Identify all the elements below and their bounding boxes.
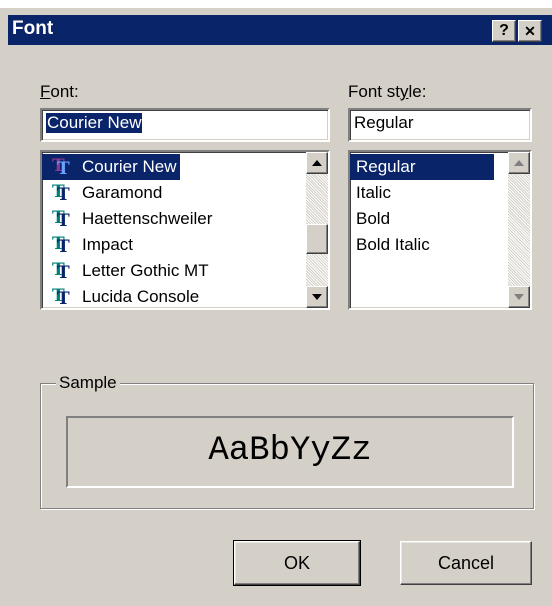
- font-style-list-item[interactable]: Bold: [350, 206, 396, 232]
- font-name-value: Courier New: [46, 113, 143, 133]
- truetype-icon: TT: [52, 208, 70, 231]
- font-style-list-item[interactable]: Bold Italic: [350, 232, 436, 258]
- font-list-item-label: Impact: [82, 235, 134, 254]
- font-style-list-item[interactable]: Italic: [350, 180, 397, 206]
- arrow-down-icon: [312, 294, 322, 300]
- font-list-item[interactable]: T T Courier New: [42, 154, 181, 180]
- truetype-icon: TT: [52, 182, 70, 205]
- sample-label: Sample: [56, 373, 120, 393]
- font-name-input[interactable]: Courier New: [40, 108, 330, 142]
- arrow-up-icon: [312, 160, 322, 166]
- font-list[interactable]: T T Lucida Console T T Letter Gothic MT T T Impa…: [40, 150, 330, 310]
- title-bar[interactable]: Font ? ✕: [8, 15, 552, 45]
- truetype-icon: TT: [52, 156, 70, 179]
- sample-text: AaBbYyZz: [208, 432, 372, 470]
- font-list-item-label: Haettenschweiler: [82, 209, 213, 228]
- font-list-item[interactable]: T T Impact: [42, 232, 137, 258]
- font-list-item-label: Garamond: [82, 183, 163, 202]
- cancel-button[interactable]: Cancel: [400, 541, 532, 585]
- font-list-item-label: Lucida Console: [82, 287, 200, 306]
- ok-button[interactable]: OK: [233, 540, 361, 586]
- scroll-down-button-disabled: [508, 286, 530, 308]
- font-style-value: Regular: [354, 113, 414, 132]
- font-style-list-item[interactable]: Regular: [350, 154, 494, 180]
- font-style-label: Font style:: [348, 82, 427, 101]
- truetype-icon: TT: [52, 286, 70, 309]
- sample-preview: AaBbYyZz: [66, 416, 514, 488]
- font-style-list-item-label: Regular: [356, 157, 416, 176]
- help-button[interactable]: ?: [492, 20, 516, 42]
- font-label: Font:: [40, 82, 79, 101]
- scroll-up-button[interactable]: [306, 152, 328, 174]
- arrow-down-icon: [514, 294, 524, 300]
- font-style-list-item-label: Bold Italic: [356, 235, 430, 254]
- scroll-up-button-disabled: [508, 152, 530, 174]
- font-list-item-label: Courier New: [82, 157, 177, 176]
- scroll-thumb[interactable]: [306, 224, 328, 254]
- truetype-icon: TT: [52, 260, 70, 283]
- font-list-item[interactable]: T T Haettenschweiler: [42, 206, 216, 232]
- window-title: Font: [12, 18, 54, 39]
- arrow-up-icon: [514, 160, 524, 166]
- font-style-list-scrollbar[interactable]: [508, 152, 530, 308]
- font-style-list[interactable]: Bold Italic Bold Italic Regular: [348, 150, 532, 310]
- font-list-item[interactable]: T T Garamond: [42, 180, 166, 206]
- font-list-item-label: Letter Gothic MT: [82, 261, 209, 280]
- font-list-item[interactable]: T T Letter Gothic MT: [42, 258, 213, 284]
- close-button[interactable]: ✕: [518, 20, 542, 42]
- font-list-scrollbar[interactable]: [306, 152, 328, 308]
- font-style-list-item-label: Italic: [356, 183, 391, 202]
- font-style-list-item-label: Bold: [356, 209, 391, 228]
- scroll-down-button[interactable]: [306, 286, 328, 308]
- font-style-input[interactable]: Regular: [348, 108, 532, 142]
- font-list-item[interactable]: T T Lucida Console: [42, 284, 203, 310]
- truetype-icon: TT: [52, 234, 70, 257]
